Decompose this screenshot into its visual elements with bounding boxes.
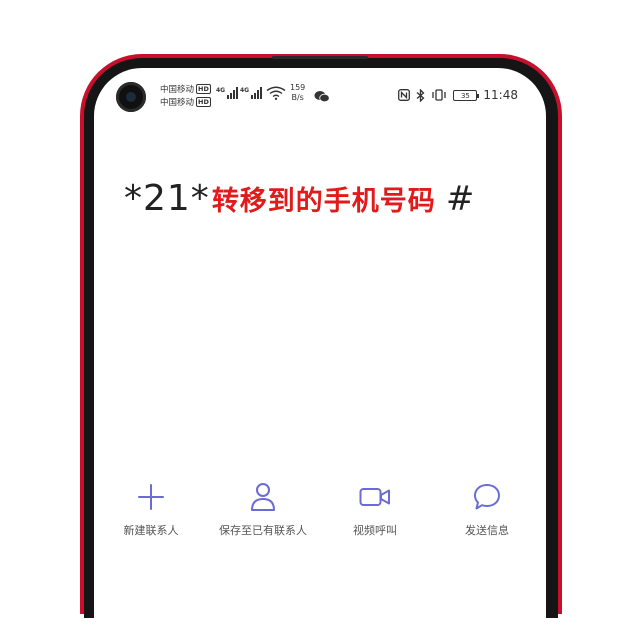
video-call-label: 视频呼叫 bbox=[353, 524, 397, 537]
hd-badge: HD bbox=[196, 97, 211, 107]
signal-icon: 4G bbox=[216, 87, 239, 99]
net-speed: 159 B/s bbox=[290, 83, 305, 103]
video-camera-icon bbox=[359, 488, 390, 506]
dial-code-prefix: *21* bbox=[124, 178, 210, 219]
save-to-existing-contact-label: 保存至已有联系人 bbox=[219, 524, 307, 537]
send-message-button[interactable]: 发送信息 bbox=[432, 480, 542, 538]
network-type-label: 4G bbox=[216, 87, 226, 94]
person-icon bbox=[251, 483, 275, 511]
carrier-1-label: 中国移动 bbox=[160, 85, 195, 95]
carrier-info: 中国移动 HD 中国移动 HD bbox=[160, 84, 211, 110]
new-contact-label: 新建联系人 bbox=[123, 524, 179, 537]
bluetooth-icon bbox=[416, 88, 425, 102]
carrier-2-label: 中国移动 bbox=[160, 98, 195, 108]
battery-icon: 35 bbox=[453, 89, 480, 101]
new-contact-button[interactable]: 新建联系人 bbox=[96, 480, 206, 538]
dial-code-suffix: # bbox=[445, 178, 475, 219]
net-speed-unit: B/s bbox=[291, 93, 304, 102]
camera-hole-icon bbox=[116, 82, 146, 112]
send-message-label: 发送信息 bbox=[465, 524, 509, 537]
dial-code-placeholder: 转移到的手机号码 bbox=[211, 186, 436, 217]
wechat-icon bbox=[314, 91, 330, 103]
hd-badge: HD bbox=[196, 84, 211, 94]
wifi-icon bbox=[266, 86, 286, 100]
save-to-existing-contact-button[interactable]: 保存至已有联系人 bbox=[208, 480, 318, 538]
plus-icon bbox=[138, 484, 164, 510]
clock-time: 11:48 bbox=[483, 88, 518, 102]
nfc-icon bbox=[398, 89, 411, 101]
network-type-label: 4G bbox=[240, 87, 250, 94]
earpiece bbox=[272, 56, 368, 59]
video-call-button[interactable]: 视频呼叫 bbox=[320, 480, 430, 538]
message-icon bbox=[474, 484, 500, 510]
signal-icon: 4G bbox=[240, 87, 263, 99]
dialer-action-bar: 新建联系人 保存至已有联系人 视频呼叫 发送信息 bbox=[94, 480, 546, 540]
net-speed-value: 159 bbox=[290, 83, 306, 92]
dial-code-display: *21* 转移到的手机号码 # bbox=[124, 178, 474, 219]
vibrate-icon bbox=[432, 89, 447, 101]
phone-screen: 中国移动 HD 中国移动 HD 4G 4G 159 B/s 35 11:48 *… bbox=[94, 68, 546, 628]
system-status: 35 11:48 bbox=[398, 88, 518, 102]
